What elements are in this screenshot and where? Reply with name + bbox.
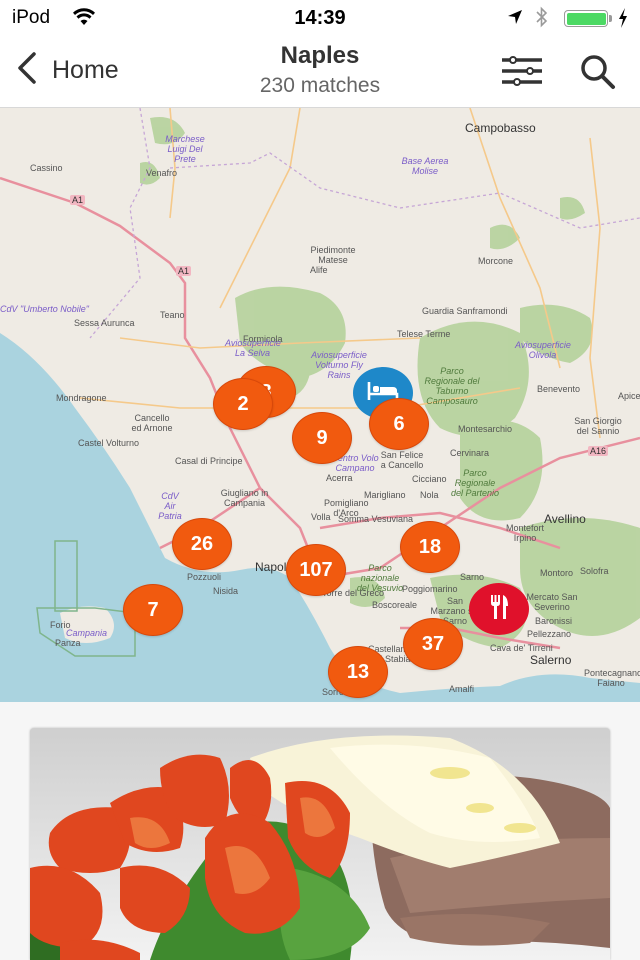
map-label: Poggiomarino [402,584,458,594]
cluster-marker[interactable]: 7 [123,584,183,636]
map-label: San Felice a Cancello [380,450,424,470]
search-icon [578,55,618,96]
map-label: Castel Volturno [78,438,140,448]
map-label: Volla [311,512,331,522]
status-bar: iPod 14:39 [0,0,640,36]
battery-icon [564,10,608,27]
map-label: Marigliano [364,490,406,500]
map-label: Base Aerea Molise [401,156,449,176]
map-label: Cancello ed Arnone [131,413,173,433]
map-tiles [0,108,640,702]
map-label: Morcone [478,256,514,266]
battery-level [566,12,606,25]
map-label: Acerra [326,473,353,483]
map-label: Telese Terme [397,329,451,339]
cluster-count: 107 [299,558,333,581]
highway-shield: A16 [588,446,609,456]
map-label: Marchese Luigi Del Prete [165,134,205,164]
battery-tip [609,15,612,22]
cluster-count: 6 [393,412,405,435]
search-button[interactable] [578,52,618,92]
map-label: Benevento [537,384,581,394]
map-label: Amalfi [449,684,475,694]
map-view[interactable]: Campobasso Cassino Venafro Marchese Luig… [0,108,640,702]
map-label: Montesarchio [458,424,513,434]
map-label: Teano [160,310,185,320]
charging-bolt-icon [617,7,629,35]
filter-sliders-icon [500,56,544,92]
listing-area [0,702,640,960]
highway-shield: A1 [176,266,192,276]
map-label: Giugliano in Campania [220,488,269,508]
map-label: Avellino [544,512,586,526]
fork-knife-icon [489,594,509,625]
map-label: Campania [66,628,108,638]
cluster-marker[interactable]: 37 [403,618,463,670]
map-label: Mercato San Severino [526,592,578,612]
map-label: Panza [55,638,81,648]
map-label: Campobasso [465,121,536,135]
cluster-marker[interactable]: 18 [400,521,460,573]
navigation-bar: Home Naples 230 matches [0,36,640,108]
map-label: San Giorgio del Sannio [574,416,622,436]
back-button[interactable]: Home [14,50,119,91]
cluster-marker[interactable]: 6 [369,398,429,450]
map-label: Pontecagnano Faiano [584,668,640,688]
cluster-count: 7 [147,598,159,621]
chevron-left-icon [14,50,38,91]
cluster-count: 9 [316,426,328,449]
cluster-marker[interactable]: 26 [172,518,232,570]
map-label: Salerno [530,653,572,667]
map-label: Parco Regionale del Partenio [450,468,500,498]
map-label: Cassino [30,163,63,173]
map-label: Montefort Irpino [505,523,545,543]
map-label: Solofra [580,566,609,576]
map-label: Apice [618,391,640,401]
map-label: Montoro [540,568,574,578]
map-label: Baronissi [535,616,573,626]
map-label: Aviosuperficie Olivola [515,340,571,360]
bluetooth-icon [534,5,550,35]
highway-shield: A1 [70,195,86,205]
map-label: Mondragone [56,393,107,403]
wifi-icon [72,7,96,33]
map-label: Alife [310,265,328,275]
map-label: Pozzuoli [187,572,222,582]
cluster-marker[interactable]: 2 [213,378,273,430]
food-photo [30,728,610,960]
map-label: Sarno [460,572,485,582]
map-label: Parco Regionale del Taburno Camposauro [424,366,480,406]
map-label: Cicciano [412,474,447,484]
cluster-count: 37 [421,632,445,655]
cluster-marker[interactable]: 9 [292,412,352,464]
map-label: Napoli [255,560,290,574]
map-label: Somma Vesuviana [338,514,414,524]
map-label: Boscoreale [372,600,418,610]
filter-button[interactable] [500,54,544,88]
map-label: Venafro [146,168,178,178]
restaurant-marker[interactable] [469,583,529,635]
map-label: CdV "Umberto Nobile" [0,304,89,314]
map-label: Sessa Aurunca [74,318,135,328]
map-label: Pellezzano [527,629,572,639]
map-label: Nisida [213,586,239,596]
map-label: CdV Air Patria [158,491,182,521]
cluster-count: 18 [418,535,442,558]
map-label: Aviosuperficie La Selva [225,338,281,358]
cluster-count: 26 [190,532,214,555]
map-label: Casal di Principe [175,456,243,466]
map-label: Guardia Sanframondi [422,306,508,316]
map-label: Cava de' Tirreni [490,643,553,653]
map-label: Cervinara [450,448,490,458]
location-arrow-icon [506,8,524,32]
cluster-count: 13 [346,660,370,683]
carrier-label: iPod [12,7,51,28]
cluster-count: 2 [237,392,249,415]
map-label: Nola [420,490,439,500]
cluster-marker[interactable]: 107 [286,544,346,596]
map-label: Piedimonte Matese [310,245,356,265]
listing-photo[interactable] [30,728,610,960]
back-label: Home [52,56,119,84]
cluster-marker[interactable]: 13 [328,646,388,698]
